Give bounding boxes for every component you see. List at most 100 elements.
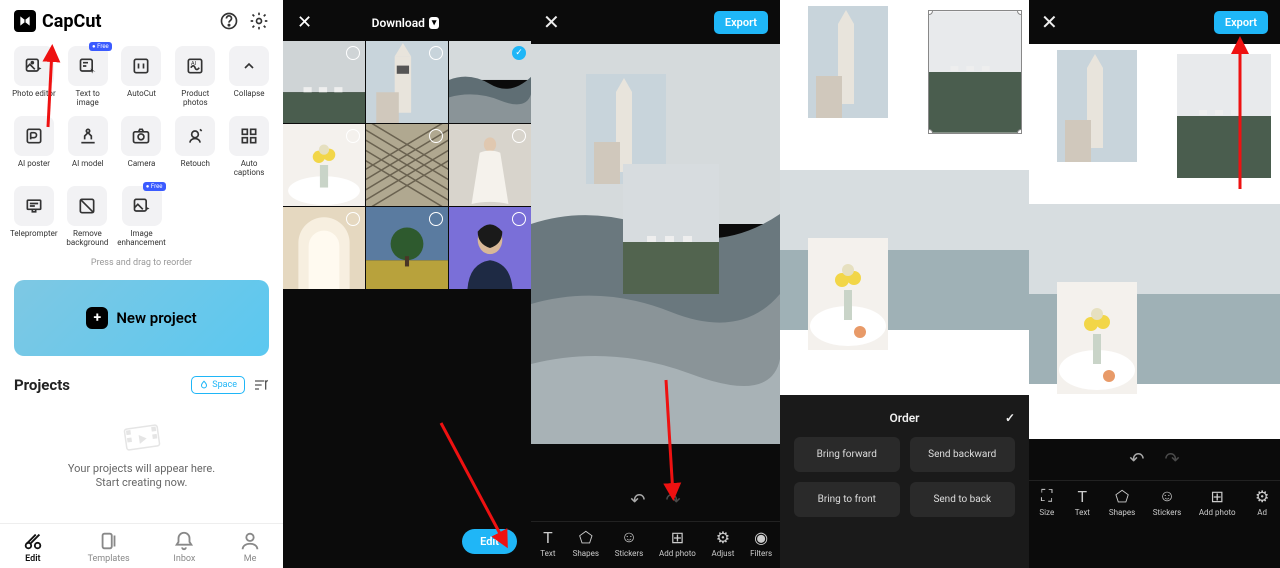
edit-button[interactable]: Edit (462, 529, 517, 554)
tool-add-photo[interactable]: ⊞Add photo (659, 528, 696, 558)
undo-icon[interactable]: ↶ (1129, 449, 1144, 470)
tool-auto-captions[interactable]: Auto captions (225, 116, 273, 178)
nav-edit[interactable]: Edit (22, 530, 44, 564)
panel-order: Order ✓ Bring forward Send backward Brin… (780, 0, 1029, 568)
close-icon[interactable]: ✕ (1041, 10, 1058, 34)
tool-size[interactable]: ⛶Size (1038, 487, 1056, 517)
tool-retouch[interactable]: Retouch (171, 116, 219, 178)
header-actions (219, 11, 269, 31)
panel-home: CapCut Photo editor ● FreeText to image … (0, 0, 283, 568)
btn-send-backward[interactable]: Send backward (910, 437, 1016, 472)
layer-church[interactable] (1057, 50, 1137, 162)
layer-ocean-selected[interactable] (928, 10, 1022, 134)
btn-bring-forward[interactable]: Bring forward (794, 437, 900, 472)
plus-icon: + (86, 307, 108, 329)
download-header: ✕ Download ▾ (283, 0, 531, 41)
tool-product-photos[interactable]: AIProduct photos (171, 46, 219, 108)
svg-text:AI: AI (191, 61, 197, 67)
layer-ocean[interactable] (623, 164, 719, 294)
editor-canvas[interactable] (531, 44, 780, 480)
tool-enhance[interactable]: ● FreeImage enhancement (117, 186, 166, 248)
sort-icon[interactable] (253, 377, 269, 393)
tool-camera[interactable]: Camera (118, 116, 166, 178)
chevron-down-icon: ▾ (429, 17, 440, 29)
tool-text[interactable]: TText (539, 528, 557, 558)
undo-redo: ↶ ↷ (531, 480, 780, 521)
logo-icon (14, 10, 36, 32)
tool-text-to-image[interactable]: ● FreeText to image (64, 46, 112, 108)
help-icon[interactable] (219, 11, 239, 31)
header: CapCut (0, 0, 283, 42)
tool-filters[interactable]: ◉Filters (750, 528, 772, 558)
tools-row-2: AI poster AI model Camera Retouch Auto c… (0, 112, 283, 182)
thumb-church[interactable] (366, 41, 448, 123)
tool-stickers[interactable]: ☺Stickers (1153, 487, 1182, 517)
undo-icon[interactable]: ↶ (630, 490, 645, 511)
panel-editor: ✕ Export ↶ ↷ TText ⬠Shapes ☺Stickers ⊞Ad… (531, 0, 780, 568)
download-button[interactable]: Download ▾ (372, 16, 440, 30)
panel-result: ✕ Export ↶ ↷ ⛶Size TText ⬠Shapes ☺Sticke… (1029, 0, 1280, 568)
export-button[interactable]: Export (1214, 11, 1268, 34)
bottom-nav: Edit Templates Inbox Me (0, 523, 283, 568)
free-badge: ● Free (143, 182, 166, 191)
layer-church[interactable] (808, 6, 888, 118)
close-icon[interactable]: ✕ (543, 10, 560, 34)
order-buttons: Bring forward Send backward Bring to fro… (794, 437, 1015, 517)
film-icon (118, 416, 166, 456)
tool-collapse[interactable]: Collapse (225, 46, 273, 108)
tool-add-photo[interactable]: ⊞Add photo (1199, 487, 1236, 517)
tool-remove-bg[interactable]: Remove background (64, 186, 112, 248)
result-header: ✕ Export (1029, 0, 1280, 44)
redo-icon[interactable]: ↷ (1165, 449, 1180, 470)
layer-ocean[interactable] (1177, 54, 1271, 178)
confirm-icon[interactable]: ✓ (1005, 411, 1015, 425)
thumb-portrait[interactable] (449, 207, 531, 289)
tool-shapes[interactable]: ⬠Shapes (573, 528, 599, 558)
nav-templates[interactable]: Templates (88, 530, 130, 564)
editor-toolbar: TText ⬠Shapes ☺Stickers ⊞Add photo ⚙Adju… (531, 521, 780, 568)
reorder-hint: Press and drag to reorder (0, 258, 283, 268)
tool-ai-model[interactable]: AI model (64, 116, 112, 178)
layer-flowers[interactable] (1057, 282, 1137, 394)
nav-me[interactable]: Me (239, 530, 261, 564)
panel-download: ✕ Download ▾ Edit (283, 0, 531, 568)
space-button[interactable]: Space (191, 376, 245, 394)
empty-state: Your projects will appear here.Start cre… (0, 398, 283, 509)
tool-autocut[interactable]: AutoCut (118, 46, 166, 108)
thumb-tree[interactable] (366, 207, 448, 289)
thumb-tunnel[interactable] (283, 207, 365, 289)
undo-redo: ↶ ↷ (1029, 439, 1280, 480)
btn-bring-front[interactable]: Bring to front (794, 482, 900, 517)
nav-inbox[interactable]: Inbox (173, 530, 195, 564)
new-project-label: New project (116, 309, 196, 327)
tools-row-1: Photo editor ● FreeText to image AutoCut… (0, 42, 283, 112)
thumb-wave[interactable] (449, 41, 531, 123)
tool-adjust[interactable]: ⚙Adjust (712, 528, 735, 558)
gear-icon[interactable] (249, 11, 269, 31)
tool-shapes[interactable]: ⬠Shapes (1109, 487, 1135, 517)
thumb-ocean[interactable] (283, 41, 365, 123)
tool-teleprompter[interactable]: Teleprompter (10, 186, 58, 248)
app-name: CapCut (42, 11, 101, 32)
export-button[interactable]: Export (714, 11, 768, 34)
layer-flowers[interactable] (808, 238, 888, 350)
btn-send-back[interactable]: Send to back (910, 482, 1016, 517)
free-badge: ● Free (89, 42, 112, 51)
tool-adjust[interactable]: ⚙Ad (1253, 487, 1271, 517)
tool-ai-poster[interactable]: AI poster (10, 116, 58, 178)
thumbnail-grid (283, 41, 531, 289)
order-canvas[interactable] (780, 0, 1029, 395)
projects-title: Projects (14, 376, 70, 394)
order-header: Order ✓ (794, 405, 1015, 437)
app-logo[interactable]: CapCut (14, 10, 101, 32)
thumb-flowers[interactable] (283, 124, 365, 206)
thumb-dress[interactable] (449, 124, 531, 206)
redo-icon[interactable]: ↷ (666, 490, 681, 511)
result-canvas[interactable] (1029, 44, 1280, 439)
tool-text[interactable]: TText (1073, 487, 1091, 517)
tool-photo-editor[interactable]: Photo editor (10, 46, 58, 108)
close-icon[interactable]: ✕ (297, 12, 312, 33)
new-project-button[interactable]: + New project (14, 280, 269, 356)
tool-stickers[interactable]: ☺Stickers (615, 528, 644, 558)
thumb-pattern[interactable] (366, 124, 448, 206)
